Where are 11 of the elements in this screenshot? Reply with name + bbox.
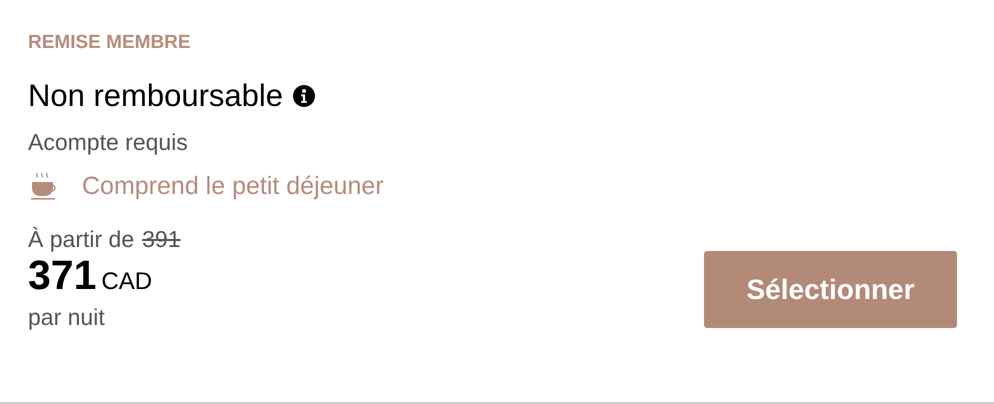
deposit-note: Acompte requis (28, 128, 189, 157)
offer-tag: REMISE MEMBRE (28, 30, 957, 56)
from-label: À partir de (28, 225, 134, 253)
price-amount: 371 (28, 253, 96, 297)
rate-title: Non remboursable (28, 77, 284, 115)
original-price: 391 (142, 225, 180, 253)
price-unit: par nuit (28, 304, 106, 330)
info-icon[interactable] (293, 85, 316, 107)
breakfast-included: Comprend le petit déjeuner (82, 172, 384, 200)
select-button[interactable]: Sélectionner (704, 251, 957, 328)
currency: CAD (101, 267, 152, 297)
